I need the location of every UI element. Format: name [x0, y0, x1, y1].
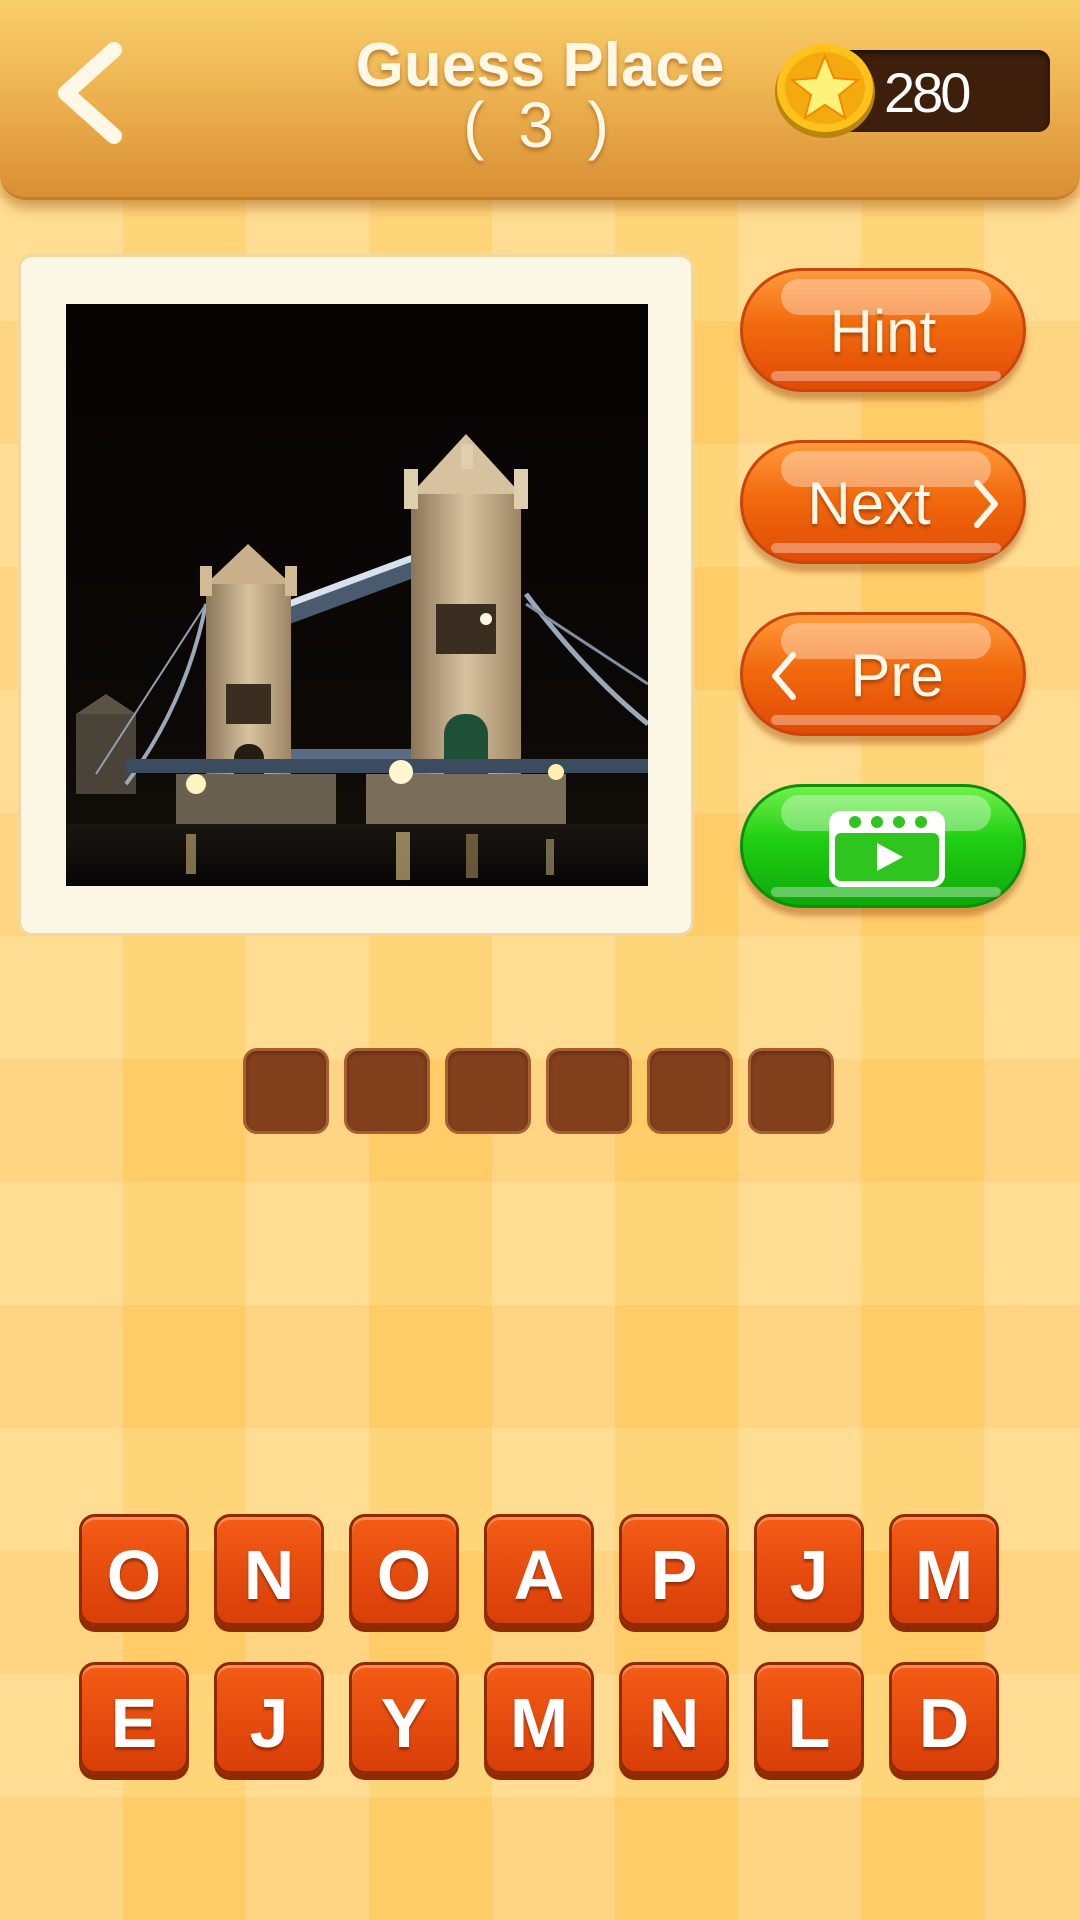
puzzle-photo [66, 304, 648, 886]
letter-tile-label: P [650, 1536, 698, 1614]
letter-tile[interactable]: E [79, 1662, 189, 1774]
answer-slot[interactable] [243, 1048, 329, 1134]
letter-tile-label: N [243, 1536, 295, 1614]
answer-slot[interactable] [647, 1048, 733, 1134]
letter-tile[interactable]: N [619, 1662, 729, 1774]
chevron-right-icon [974, 480, 998, 528]
watch-video-button[interactable] [740, 784, 1026, 908]
letter-tile-label: N [648, 1684, 700, 1762]
star-coin-icon [775, 44, 875, 138]
hint-button-label: Hint [829, 298, 937, 365]
letter-tile-label: D [918, 1684, 970, 1762]
button-rim [771, 715, 1001, 725]
letter-tile[interactable]: J [214, 1662, 324, 1774]
letter-tile-label: J [249, 1684, 289, 1762]
letter-tile[interactable]: M [889, 1514, 999, 1626]
letter-tile[interactable]: A [484, 1514, 594, 1626]
next-button-label: Next [807, 470, 931, 537]
answer-slot[interactable] [344, 1048, 430, 1134]
letter-tile-label: A [513, 1536, 565, 1614]
letter-tile-label: J [789, 1536, 829, 1614]
letter-tile[interactable]: Y [349, 1662, 459, 1774]
previous-button-label: Pre [850, 642, 944, 709]
letter-tile[interactable]: M [484, 1662, 594, 1774]
coin-count: 280 [884, 61, 971, 124]
button-rim [771, 543, 1001, 553]
video-ad-icon [829, 811, 945, 887]
letter-tile[interactable]: N [214, 1514, 324, 1626]
answer-slot[interactable] [445, 1048, 531, 1134]
letter-tile[interactable]: D [889, 1662, 999, 1774]
letter-tile-label: Y [380, 1684, 428, 1762]
letter-tile[interactable]: O [79, 1514, 189, 1626]
letter-tile-label: O [376, 1536, 432, 1614]
header-bar: Guess Place ( 3 ) 280 [0, 0, 1080, 200]
letter-tile[interactable]: O [349, 1514, 459, 1626]
letter-tile-label: E [110, 1684, 158, 1762]
next-button[interactable]: Next [740, 440, 1026, 564]
letter-tile-label: M [509, 1684, 569, 1762]
previous-button[interactable]: Pre [740, 612, 1026, 736]
letter-tile[interactable]: P [619, 1514, 729, 1626]
letter-tile[interactable]: J [754, 1514, 864, 1626]
letter-tile-label: M [914, 1536, 974, 1614]
answer-slot[interactable] [748, 1048, 834, 1134]
answer-slot[interactable] [546, 1048, 632, 1134]
letter-tile[interactable]: L [754, 1662, 864, 1774]
letter-tile-label: O [106, 1536, 162, 1614]
hint-button[interactable]: Hint [740, 268, 1026, 392]
letter-tile-label: L [787, 1684, 831, 1762]
button-rim [771, 371, 1001, 381]
